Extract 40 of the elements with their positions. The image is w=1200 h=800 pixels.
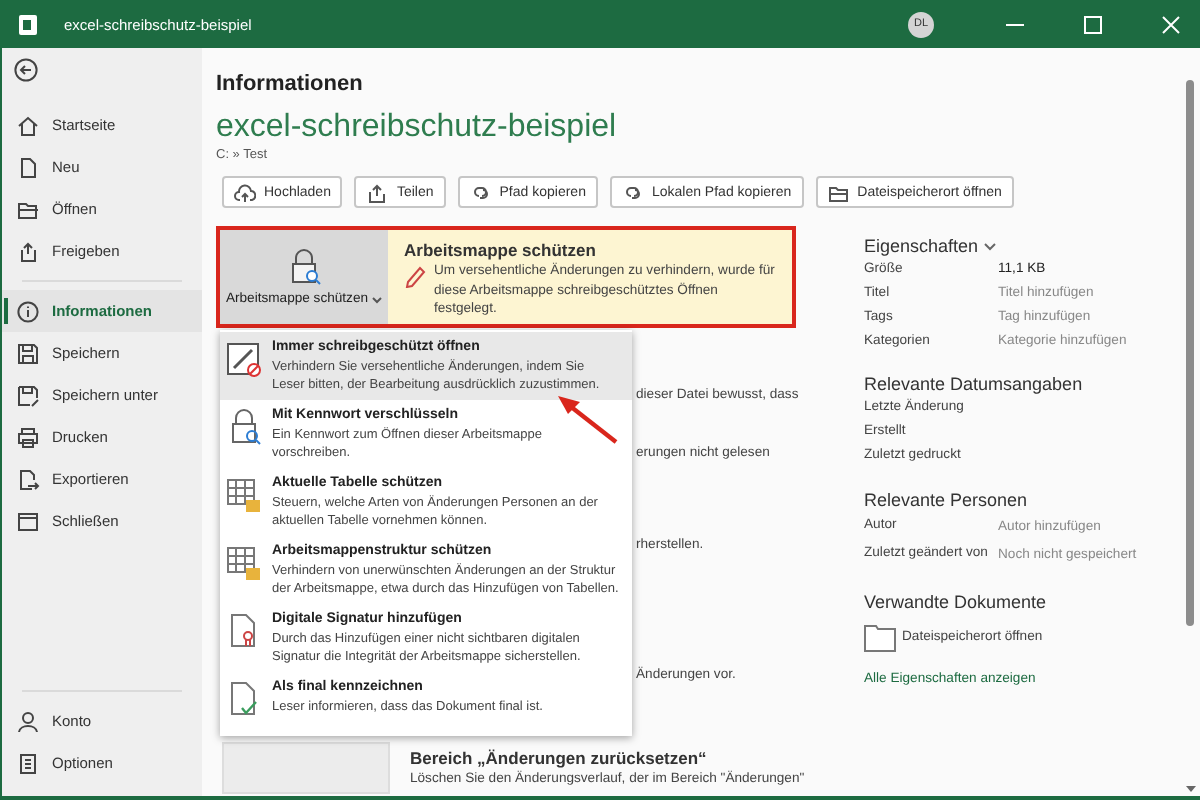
app-logo-icon bbox=[18, 13, 38, 35]
scroll-down-icon bbox=[1186, 786, 1196, 792]
page-icon bbox=[16, 155, 40, 179]
close-icon bbox=[1162, 15, 1180, 33]
section-heading: Verwandte Dokumente bbox=[864, 590, 1047, 614]
floppy-disk-pen-icon bbox=[16, 383, 40, 407]
person-icon bbox=[16, 709, 40, 733]
caret-icon bbox=[372, 295, 383, 303]
share-icon bbox=[366, 181, 389, 203]
folder-icon bbox=[827, 181, 850, 203]
page-heading: Informationen bbox=[216, 70, 365, 98]
arrow bbox=[558, 396, 618, 444]
table-lock-icon bbox=[226, 476, 262, 514]
document-check-icon bbox=[226, 680, 262, 718]
folder-icon bbox=[864, 624, 896, 652]
table-lock-icon bbox=[226, 544, 262, 582]
export-icon bbox=[16, 467, 40, 491]
back-icon bbox=[14, 58, 38, 82]
scrollbar-thumb[interactable] bbox=[1186, 80, 1194, 626]
share-icon bbox=[16, 239, 40, 263]
file-name: excel-schreibschutz-beispiel bbox=[216, 110, 619, 146]
lock-icon bbox=[286, 247, 322, 285]
printer-icon bbox=[16, 425, 40, 449]
pencil-icon bbox=[404, 264, 426, 288]
section-heading: Relevante Personen bbox=[864, 488, 1028, 512]
caret-icon bbox=[984, 241, 997, 251]
section-heading[interactable]: Eigenschaften bbox=[864, 234, 979, 258]
cloud-upload-icon bbox=[234, 181, 256, 203]
section-title: Bereich „Änderungen zurücksetzen“ bbox=[410, 748, 709, 770]
pencil-page-icon bbox=[226, 340, 262, 378]
lock-icon bbox=[226, 408, 262, 446]
folder-icon bbox=[16, 197, 40, 221]
reset-button[interactable] bbox=[222, 742, 390, 794]
section-heading: Relevante Datumsangaben bbox=[864, 372, 1083, 396]
card-title: Arbeitsmappe schützen bbox=[404, 238, 598, 262]
options-icon bbox=[16, 751, 40, 775]
maximize-icon bbox=[1084, 15, 1102, 33]
info-icon bbox=[16, 299, 40, 323]
window-icon bbox=[16, 509, 40, 533]
home-icon bbox=[16, 113, 40, 137]
